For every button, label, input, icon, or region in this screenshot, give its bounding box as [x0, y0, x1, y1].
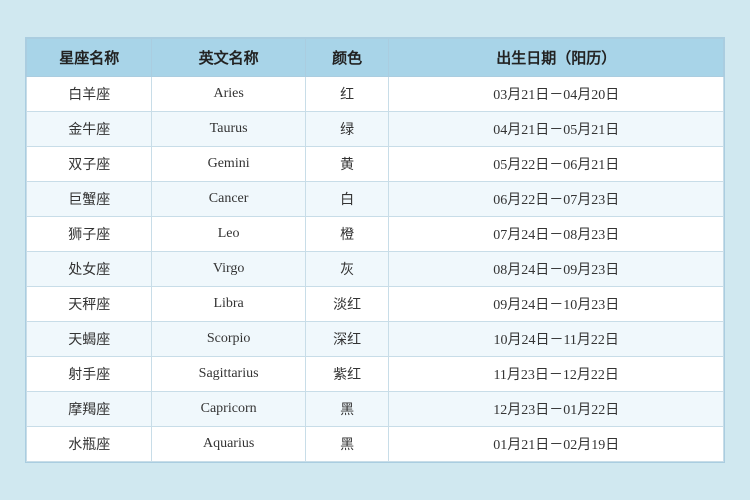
- cell-color: 橙: [305, 217, 389, 252]
- cell-color: 深红: [305, 322, 389, 357]
- table-row: 狮子座Leo橙07月24日－08月23日: [27, 217, 724, 252]
- cell-color: 黄: [305, 147, 389, 182]
- cell-english: Taurus: [152, 112, 305, 147]
- cell-english: Aquarius: [152, 427, 305, 462]
- header-color: 颜色: [305, 39, 389, 77]
- cell-color: 红: [305, 77, 389, 112]
- cell-color: 黑: [305, 427, 389, 462]
- table-row: 天蝎座Scorpio深红10月24日－11月22日: [27, 322, 724, 357]
- cell-english: Gemini: [152, 147, 305, 182]
- table-row: 金牛座Taurus绿04月21日－05月21日: [27, 112, 724, 147]
- header-chinese: 星座名称: [27, 39, 152, 77]
- cell-date: 10月24日－11月22日: [389, 322, 724, 357]
- table-row: 水瓶座Aquarius黑01月21日－02月19日: [27, 427, 724, 462]
- table-row: 处女座Virgo灰08月24日－09月23日: [27, 252, 724, 287]
- cell-chinese: 巨蟹座: [27, 182, 152, 217]
- cell-color: 紫红: [305, 357, 389, 392]
- cell-color: 淡红: [305, 287, 389, 322]
- cell-english: Libra: [152, 287, 305, 322]
- cell-english: Capricorn: [152, 392, 305, 427]
- cell-color: 黑: [305, 392, 389, 427]
- cell-chinese: 双子座: [27, 147, 152, 182]
- cell-date: 12月23日－01月22日: [389, 392, 724, 427]
- cell-chinese: 狮子座: [27, 217, 152, 252]
- cell-date: 09月24日－10月23日: [389, 287, 724, 322]
- cell-date: 08月24日－09月23日: [389, 252, 724, 287]
- zodiac-table-container: 星座名称 英文名称 颜色 出生日期（阳历） 白羊座Aries红03月21日－04…: [25, 37, 725, 463]
- table-row: 双子座Gemini黄05月22日－06月21日: [27, 147, 724, 182]
- cell-date: 03月21日－04月20日: [389, 77, 724, 112]
- cell-chinese: 白羊座: [27, 77, 152, 112]
- table-body: 白羊座Aries红03月21日－04月20日金牛座Taurus绿04月21日－0…: [27, 77, 724, 462]
- table-row: 摩羯座Capricorn黑12月23日－01月22日: [27, 392, 724, 427]
- header-date: 出生日期（阳历）: [389, 39, 724, 77]
- table-row: 巨蟹座Cancer白06月22日－07月23日: [27, 182, 724, 217]
- cell-english: Scorpio: [152, 322, 305, 357]
- cell-color: 白: [305, 182, 389, 217]
- cell-color: 灰: [305, 252, 389, 287]
- cell-date: 04月21日－05月21日: [389, 112, 724, 147]
- header-english: 英文名称: [152, 39, 305, 77]
- cell-date: 11月23日－12月22日: [389, 357, 724, 392]
- zodiac-table: 星座名称 英文名称 颜色 出生日期（阳历） 白羊座Aries红03月21日－04…: [26, 38, 724, 462]
- cell-chinese: 射手座: [27, 357, 152, 392]
- cell-date: 01月21日－02月19日: [389, 427, 724, 462]
- cell-chinese: 天蝎座: [27, 322, 152, 357]
- cell-chinese: 处女座: [27, 252, 152, 287]
- cell-english: Sagittarius: [152, 357, 305, 392]
- cell-english: Virgo: [152, 252, 305, 287]
- table-row: 射手座Sagittarius紫红11月23日－12月22日: [27, 357, 724, 392]
- cell-date: 05月22日－06月21日: [389, 147, 724, 182]
- table-row: 天秤座Libra淡红09月24日－10月23日: [27, 287, 724, 322]
- cell-color: 绿: [305, 112, 389, 147]
- cell-date: 06月22日－07月23日: [389, 182, 724, 217]
- cell-chinese: 金牛座: [27, 112, 152, 147]
- table-row: 白羊座Aries红03月21日－04月20日: [27, 77, 724, 112]
- cell-english: Aries: [152, 77, 305, 112]
- cell-english: Leo: [152, 217, 305, 252]
- cell-english: Cancer: [152, 182, 305, 217]
- cell-chinese: 摩羯座: [27, 392, 152, 427]
- cell-chinese: 天秤座: [27, 287, 152, 322]
- table-header-row: 星座名称 英文名称 颜色 出生日期（阳历）: [27, 39, 724, 77]
- cell-chinese: 水瓶座: [27, 427, 152, 462]
- cell-date: 07月24日－08月23日: [389, 217, 724, 252]
